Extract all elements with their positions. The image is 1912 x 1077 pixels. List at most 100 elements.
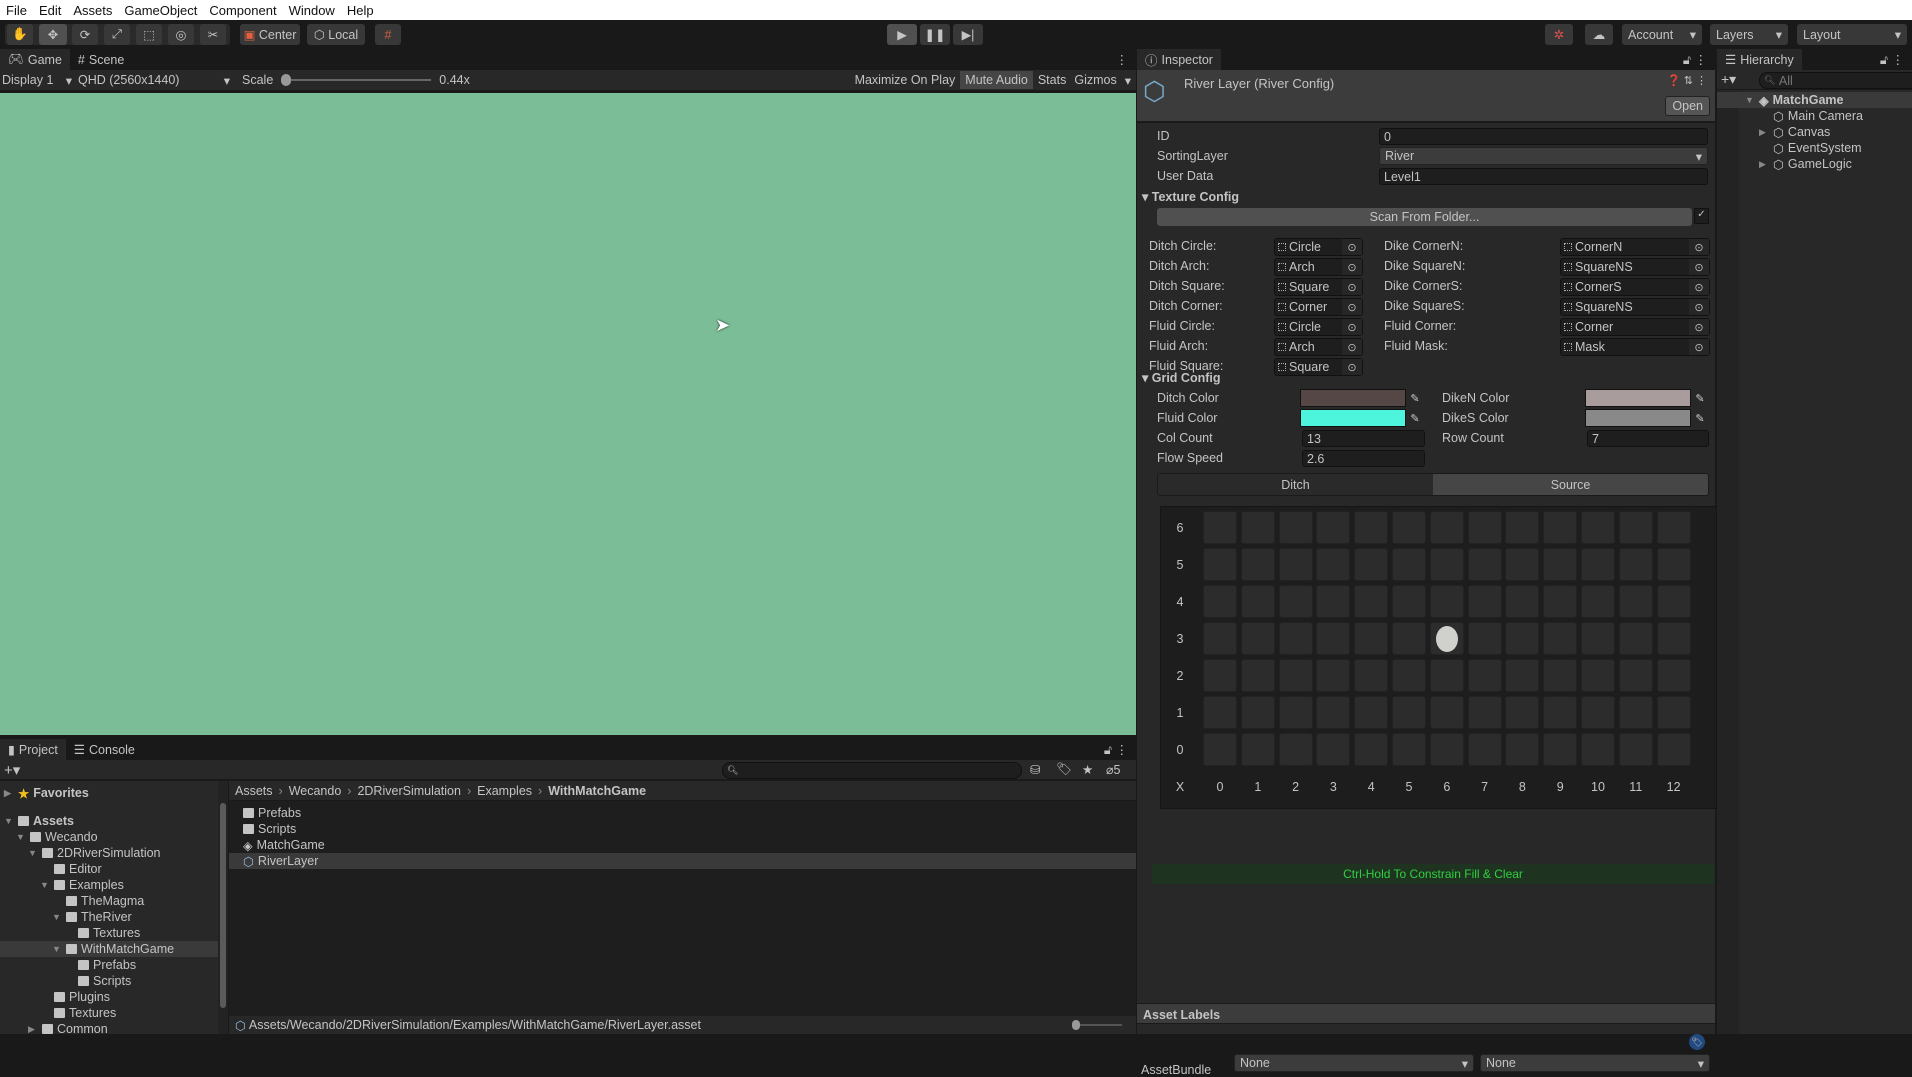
grid-cell[interactable] <box>1203 548 1237 581</box>
object-picker-icon[interactable]: ⊙ <box>1689 299 1709 315</box>
grid-cell[interactable] <box>1543 548 1578 581</box>
tab-scene[interactable]: # Scene <box>70 49 132 70</box>
expand-arrow-icon[interactable]: ▼ <box>1745 95 1755 105</box>
grid-cell[interactable] <box>1543 733 1578 766</box>
step-button[interactable]: ▶| <box>953 24 983 45</box>
menu-file[interactable]: File <box>0 3 33 18</box>
breadcrumb-item[interactable]: Assets <box>235 784 273 798</box>
grid-cell[interactable] <box>1392 659 1426 692</box>
grid-cell[interactable] <box>1203 696 1237 729</box>
project-tree-item[interactable]: ▼ 2DRiverSimulation <box>0 845 218 861</box>
hierarchy-item[interactable]: ▼ ◈ MatchGame <box>1717 92 1912 108</box>
breadcrumb-item[interactable]: 2DRiverSimulation <box>357 784 461 798</box>
texture-object-field[interactable]: Mask ⊙ <box>1560 338 1710 356</box>
menu-edit[interactable]: Edit <box>33 3 67 18</box>
hierarchy-item[interactable]: ⬡ Main Camera <box>1717 108 1912 124</box>
grid-cell[interactable] <box>1505 548 1540 581</box>
grid-cell[interactable] <box>1656 585 1691 618</box>
grid-cell[interactable] <box>1316 696 1351 729</box>
account-dropdown[interactable]: Account ▾ <box>1622 24 1702 45</box>
grid-cell[interactable] <box>1354 585 1389 618</box>
object-picker-icon[interactable]: ⊙ <box>1342 319 1362 335</box>
project-tree-item[interactable]: TheMagma <box>0 893 218 909</box>
expand-arrow-icon[interactable]: ▼ <box>52 912 62 922</box>
maximize-on-play-button[interactable]: Maximize On Play <box>850 73 961 87</box>
project-tree-item[interactable]: ▼ Examples <box>0 877 218 893</box>
grid-cell[interactable] <box>1278 622 1313 655</box>
grid-cell[interactable] <box>1467 548 1502 581</box>
expand-arrow-icon[interactable]: ▼ <box>16 832 26 842</box>
grid-cell[interactable] <box>1618 548 1653 581</box>
display-dropdown[interactable]: Display 1 ▾ <box>0 73 74 88</box>
grid-cell[interactable] <box>1354 733 1389 766</box>
pivot-center-button[interactable]: ▣ Center <box>240 24 300 45</box>
grid-cell[interactable] <box>1429 585 1464 618</box>
assetbundle-variant-dropdown[interactable]: None ▾ <box>1480 1054 1710 1072</box>
move-tool-icon[interactable]: ✥ <box>39 24 67 45</box>
grid-cell[interactable] <box>1429 659 1464 692</box>
scale-slider[interactable] <box>281 74 432 86</box>
texture-object-field[interactable]: Corner ⊙ <box>1560 318 1710 336</box>
filter-type-icon[interactable]: ⛁ <box>1030 762 1040 777</box>
grid-cell[interactable] <box>1581 585 1615 618</box>
texture-object-field[interactable]: CornerN ⊙ <box>1560 238 1710 256</box>
collab-icon[interactable]: ✲ <box>1545 24 1573 45</box>
object-picker-icon[interactable]: ⊙ <box>1342 359 1362 375</box>
texture-object-field[interactable]: Circle ⊙ <box>1274 238 1363 256</box>
texture-object-field[interactable]: CornerS ⊙ <box>1560 278 1710 296</box>
tab-game[interactable]: 🎮︎ Game <box>0 49 70 70</box>
grid-cell[interactable] <box>1240 511 1275 544</box>
grid-cell[interactable] <box>1240 622 1275 655</box>
grid-cell[interactable] <box>1467 585 1502 618</box>
expand-arrow-icon[interactable]: ▶ <box>1759 127 1769 138</box>
grid-cell[interactable] <box>1467 659 1502 692</box>
grid-cell[interactable] <box>1505 659 1540 692</box>
project-tree-item[interactable]: ▼ WithMatchGame <box>0 941 218 957</box>
object-picker-icon[interactable]: ⊙ <box>1689 279 1709 295</box>
project-tree-item[interactable]: Plugins <box>0 989 218 1005</box>
play-button[interactable]: ▶ <box>887 24 917 45</box>
object-picker-icon[interactable]: ⊙ <box>1342 299 1362 315</box>
grid-cell[interactable] <box>1278 733 1313 766</box>
object-picker-icon[interactable]: ⊙ <box>1689 319 1709 335</box>
project-tree-item[interactable]: ▼ TheRiver <box>0 909 218 925</box>
grid-cell[interactable] <box>1581 659 1615 692</box>
object-picker-icon[interactable]: ⊙ <box>1342 259 1362 275</box>
grid-cell[interactable] <box>1656 659 1691 692</box>
grid-cell[interactable] <box>1392 733 1426 766</box>
row-count-field[interactable]: 7 <box>1587 430 1709 447</box>
project-tree-item[interactable]: ▼ Assets <box>0 813 218 829</box>
scale-tool-icon[interactable]: ⤢ <box>104 24 130 45</box>
menu-help[interactable]: Help <box>341 3 380 18</box>
grid-cell[interactable] <box>1618 733 1653 766</box>
grid-cell[interactable] <box>1429 511 1464 544</box>
grid-cell[interactable] <box>1618 696 1653 729</box>
grid-cell[interactable] <box>1656 696 1691 729</box>
eyedropper-icon[interactable]: ✎ <box>1691 389 1709 407</box>
scale-slider-knob[interactable] <box>281 74 292 86</box>
tab-project[interactable]: ▮ Project <box>0 739 66 760</box>
hierarchy-search-input[interactable]: 🔍︎ All <box>1759 72 1912 89</box>
stats-button[interactable]: Stats <box>1033 73 1072 87</box>
grid-cell[interactable] <box>1467 696 1502 729</box>
texture-object-field[interactable]: Square ⊙ <box>1274 358 1363 376</box>
expand-arrow-icon[interactable]: ▶ <box>1759 159 1769 170</box>
grid-cell[interactable] <box>1203 511 1237 544</box>
grid-cell[interactable] <box>1467 733 1502 766</box>
grid-cell[interactable] <box>1505 696 1540 729</box>
eyedropper-icon[interactable]: ✎ <box>1406 389 1424 407</box>
sorting-layer-dropdown[interactable]: River ▾ <box>1379 147 1708 165</box>
grid-cell[interactable] <box>1467 511 1502 544</box>
grid-cell[interactable] <box>1278 511 1313 544</box>
texture-object-field[interactable]: SquareNS ⊙ <box>1560 298 1710 316</box>
flow-speed-field[interactable]: 2.6 <box>1302 450 1425 467</box>
menu-component[interactable]: Component <box>203 3 282 18</box>
grid-cell[interactable] <box>1316 585 1351 618</box>
expand-arrow-icon[interactable]: ▼ <box>52 944 62 954</box>
expand-arrow-icon[interactable]: ▼ <box>40 880 50 890</box>
scan-from-folder-button[interactable]: Scan From Folder... <box>1157 208 1692 226</box>
label-tag-icon[interactable]: 🏷︎ <box>1689 1034 1705 1050</box>
grid-cell[interactable] <box>1656 622 1691 655</box>
mute-audio-button[interactable]: Mute Audio <box>960 71 1033 89</box>
grid-cell[interactable] <box>1354 548 1389 581</box>
